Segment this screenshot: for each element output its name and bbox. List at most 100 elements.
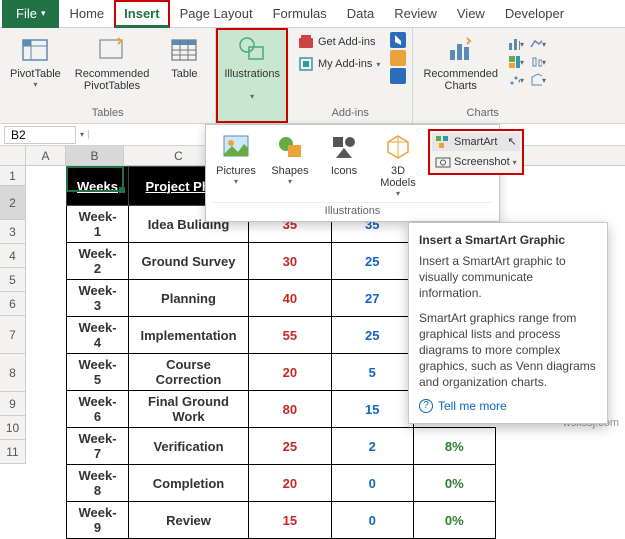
namebox-dropdown[interactable]: ▾ (76, 130, 89, 139)
store-icon (298, 34, 314, 50)
smartart-screenshot-column: SmartArt ↖ Screenshot ▾ (428, 129, 524, 175)
col-header-a[interactable]: A (26, 146, 66, 165)
table-row[interactable]: Week-9Review1500% (67, 502, 496, 539)
tell-me-more-label: Tell me more (438, 399, 507, 413)
group-addins-label: Add-ins (332, 107, 369, 121)
tab-developer[interactable]: Developer (495, 0, 574, 28)
recommended-charts-icon (445, 34, 477, 66)
ribbon-tabs: File ▾ Home Insert Page Layout Formulas D… (0, 0, 625, 28)
icons-button[interactable]: Icons (320, 129, 368, 179)
tab-home[interactable]: Home (59, 0, 114, 28)
recommended-charts-label: Recommended Charts (423, 68, 498, 92)
chevron-down-icon: ▾ (288, 177, 292, 186)
row-header-1[interactable]: 1 (0, 166, 26, 186)
tab-view[interactable]: View (447, 0, 495, 28)
pictures-icon (220, 131, 252, 163)
recommended-charts-button[interactable]: Recommended Charts (419, 32, 502, 94)
tooltip-p1: Insert a SmartArt graphic to visually co… (419, 253, 597, 302)
shapes-button[interactable]: Shapes▾ (266, 129, 314, 188)
pictures-button[interactable]: Pictures▾ (212, 129, 260, 188)
th-weeks: Weeks (67, 167, 129, 206)
row-header-3[interactable]: 3 (0, 220, 26, 244)
tab-formulas[interactable]: Formulas (263, 0, 337, 28)
people-icon[interactable] (390, 50, 406, 66)
recommended-pivottables-button[interactable]: Recommended PivotTables (71, 32, 154, 94)
table-row[interactable]: Week-7Verification2528% (67, 428, 496, 465)
chart-scatter-icon[interactable]: ▾ (508, 72, 524, 88)
smartart-button[interactable]: SmartArt ↖ (432, 133, 520, 151)
row-header-7[interactable]: 7 (0, 316, 26, 354)
tab-review[interactable]: Review (384, 0, 447, 28)
table-row[interactable]: Week-8Completion2000% (67, 465, 496, 502)
ribbon: PivotTable▾ Recommended PivotTables Tabl… (0, 28, 625, 124)
row-header-10[interactable]: 10 (0, 416, 26, 440)
get-addins-label: Get Add-ins (318, 36, 375, 48)
pictures-label: Pictures (216, 165, 256, 177)
illustrations-icon (236, 34, 268, 66)
group-illustrations: Illustrations ▾ (216, 28, 288, 123)
tab-page-layout[interactable]: Page Layout (170, 0, 263, 28)
illustrations-label: Illustrations (224, 68, 280, 80)
chart-line-icon[interactable]: ▾ (530, 36, 546, 52)
illustrations-dropdown: Pictures▾ Shapes▾ Icons 3D Models▾ Smart… (205, 124, 500, 222)
pivottable-button[interactable]: PivotTable▾ (6, 32, 65, 91)
chevron-down-icon: ▾ (396, 189, 400, 198)
recommended-pivottables-icon (96, 34, 128, 66)
icons-icon (328, 131, 360, 163)
pivottable-label: PivotTable (10, 68, 61, 80)
chart-column-icon[interactable]: ▾ (508, 36, 524, 52)
group-tables: PivotTable▾ Recommended PivotTables Tabl… (0, 28, 216, 123)
shapes-icon (274, 131, 306, 163)
chart-stat-icon[interactable]: ▾ (530, 54, 546, 70)
row-header-9[interactable]: 9 (0, 392, 26, 416)
chevron-down-icon: ▾ (513, 158, 517, 167)
name-box[interactable] (4, 126, 76, 144)
col-header-b[interactable]: B (66, 146, 124, 165)
row-header-11[interactable]: 11 (0, 440, 26, 464)
row-header-2[interactable]: 2 (0, 186, 26, 220)
cursor-icon: ↖ (507, 135, 516, 148)
table-icon (168, 34, 200, 66)
chevron-down-icon: ▾ (41, 8, 46, 19)
row-header-6[interactable]: 6 (0, 292, 26, 316)
group-addins: Get Add-ins My Add-ins ▾ Add-ins (288, 28, 413, 123)
my-addins-button[interactable]: My Add-ins ▾ (294, 54, 384, 74)
tell-me-more-link[interactable]: ?Tell me more (419, 399, 597, 413)
file-tab-label: File (16, 6, 37, 21)
recommended-pt-label: Recommended PivotTables (75, 68, 150, 92)
illustrations-button[interactable]: Illustrations ▾ (220, 32, 284, 103)
group-charts-label: Charts (467, 107, 499, 121)
3d-models-button[interactable]: 3D Models▾ (374, 129, 422, 200)
tooltip-title: Insert a SmartArt Graphic (419, 233, 597, 247)
chevron-down-icon: ▾ (250, 92, 254, 101)
chevron-down-icon: ▾ (33, 80, 37, 89)
screenshot-icon (435, 154, 451, 170)
get-addins-button[interactable]: Get Add-ins (294, 32, 384, 52)
row-header-4[interactable]: 4 (0, 244, 26, 268)
select-all-corner[interactable] (0, 146, 26, 165)
addins-icon (298, 56, 314, 72)
3d-models-label: 3D Models (380, 165, 415, 189)
shapes-label: Shapes (271, 165, 308, 177)
pivottable-icon (19, 34, 51, 66)
chart-hierarchy-icon[interactable]: ▾ (508, 54, 524, 70)
3d-models-icon (382, 131, 414, 163)
chevron-down-icon: ▾ (234, 177, 238, 186)
chevron-down-icon: ▾ (376, 60, 380, 69)
tooltip-p2: SmartArt graphics range from graphical l… (419, 310, 597, 391)
visio-icon[interactable] (390, 68, 406, 84)
screenshot-button[interactable]: Screenshot ▾ (432, 153, 520, 171)
tab-data[interactable]: Data (337, 0, 384, 28)
my-addins-label: My Add-ins (318, 58, 372, 70)
smartart-icon (435, 134, 451, 150)
smartart-label: SmartArt (454, 136, 497, 148)
file-tab[interactable]: File ▾ (2, 0, 59, 28)
bing-icon[interactable] (390, 32, 406, 48)
tab-insert[interactable]: Insert (114, 0, 169, 28)
table-button[interactable]: Table (159, 32, 209, 82)
chart-surface-icon[interactable]: ▾ (530, 72, 546, 88)
illus-dropdown-group-label: Illustrations (212, 202, 493, 219)
group-charts: Recommended Charts ▾ ▾ ▾ ▾ ▾ ▾ Charts (413, 28, 552, 123)
row-header-5[interactable]: 5 (0, 268, 26, 292)
row-header-8[interactable]: 8 (0, 354, 26, 392)
